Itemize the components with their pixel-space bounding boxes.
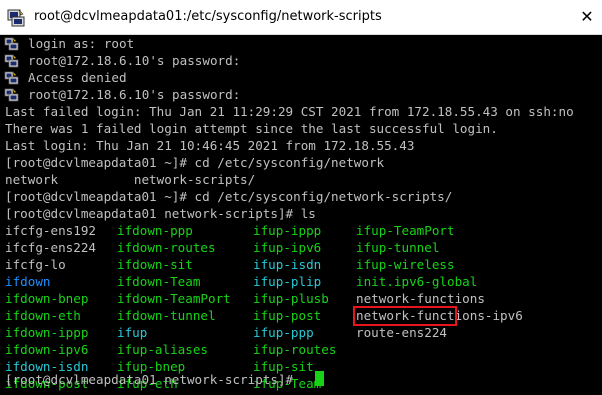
ls-entry: ifup-TeamPort <box>356 223 455 238</box>
close-icon[interactable]: ✕ <box>572 0 602 34</box>
ls-entry: ifdown-bnep <box>5 291 89 306</box>
highlight-box <box>353 306 457 326</box>
terminal-line: [root@dcvlmeapdata01 ~]# cd /etc/sysconf… <box>5 189 453 204</box>
ls-entry: ifdown-sit <box>117 257 193 272</box>
shell-prompt: [root@dcvlmeapdata01 network-scripts]# <box>5 372 301 387</box>
ls-entry: ifdown-ipv6 <box>5 342 89 357</box>
ls-entry: ifcfg-ens192 <box>5 223 96 238</box>
ls-entry: network-functions <box>356 291 485 306</box>
ls-entry: ifdown <box>5 274 51 289</box>
ls-entry: ifdown-routes <box>117 240 216 255</box>
ls-entry: ifup-routes <box>253 342 337 357</box>
terminal-line: There was 1 failed login attempt since t… <box>5 121 498 136</box>
terminal-line: [root@dcvlmeapdata01 ~]# cd /etc/sysconf… <box>5 155 385 170</box>
terminal-line: network network-scripts/ <box>5 172 256 187</box>
ls-entry: ifup-plip <box>253 274 322 289</box>
terminal-body[interactable]: login as: root root@172.18.6.10's passwo… <box>0 35 602 395</box>
ls-entry: ifcfg-lo <box>5 257 66 272</box>
ls-entry: ifup-ppp <box>253 325 314 340</box>
ls-entry: ifdown-eth <box>5 308 81 323</box>
ls-entry: ifup-ippp <box>253 223 322 238</box>
terminal-cursor <box>315 371 324 386</box>
ls-entry-route-ens224: route-ens224 <box>356 325 447 340</box>
ls-entry: ifup-post <box>253 308 322 323</box>
terminal-line: Last failed login: Thu Jan 21 11:29:29 C… <box>5 104 574 119</box>
terminal-window: root@dcvlmeapdata01:/etc/sysconfig/netwo… <box>0 0 602 395</box>
ls-entry: ifdown-Team <box>117 274 201 289</box>
terminal-line: [root@dcvlmeapdata01 network-scripts]# l… <box>5 206 316 221</box>
ls-entry: ifup-plusb <box>253 291 329 306</box>
terminal-line: login as: root <box>28 36 135 51</box>
ls-entry: init.ipv6-global <box>356 274 478 289</box>
terminal-line: Access denied <box>28 70 127 85</box>
putty-login-icon <box>4 88 19 102</box>
ls-entry: ifdown-TeamPort <box>117 291 231 306</box>
putty-login-icon <box>4 54 19 68</box>
ls-entry: ifup-aliases <box>117 342 208 357</box>
putty-login-icon <box>4 71 19 85</box>
ls-entry: ifup-tunnel <box>356 240 440 255</box>
ls-entry: ifcfg-ens224 <box>5 240 96 255</box>
ls-entry: ifdown-ippp <box>5 325 89 340</box>
title-bar[interactable]: root@dcvlmeapdata01:/etc/sysconfig/netwo… <box>0 0 602 35</box>
terminal-line: root@172.18.6.10's password: <box>28 87 241 102</box>
ls-entry: ifup-wireless <box>356 257 455 272</box>
terminal-line: Last login: Thu Jan 21 10:46:45 2021 fro… <box>5 138 415 153</box>
ls-entry: ifdown-tunnel <box>117 308 216 323</box>
ls-entry: ifup-ipv6 <box>253 240 322 255</box>
putty-app-icon[interactable] <box>6 8 26 28</box>
ls-entry: ifup-isdn <box>253 257 322 272</box>
ls-entry: ifup <box>117 325 148 340</box>
ls-entry: ifdown-ppp <box>117 223 193 238</box>
terminal-line: root@172.18.6.10's password: <box>28 53 241 68</box>
putty-login-icon <box>4 37 19 51</box>
window-title: root@dcvlmeapdata01:/etc/sysconfig/netwo… <box>34 9 382 24</box>
